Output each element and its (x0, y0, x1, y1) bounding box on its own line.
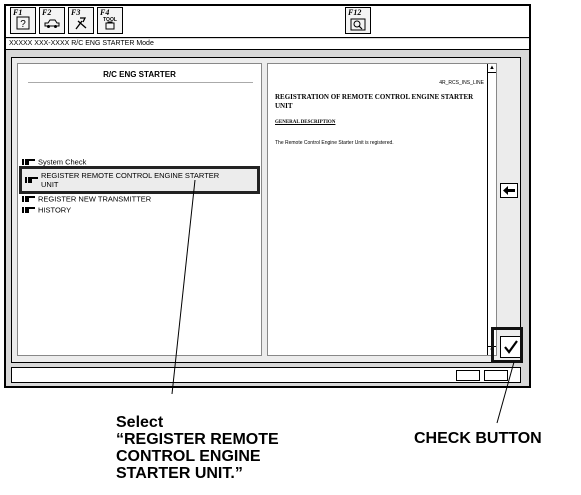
callout-leader-lines (171, 179, 515, 424)
check-button-callout-label: CHECK BUTTON (414, 430, 542, 447)
select-callout-label: Select “REGISTER REMOTE CONTROL ENGINE S… (116, 414, 279, 482)
